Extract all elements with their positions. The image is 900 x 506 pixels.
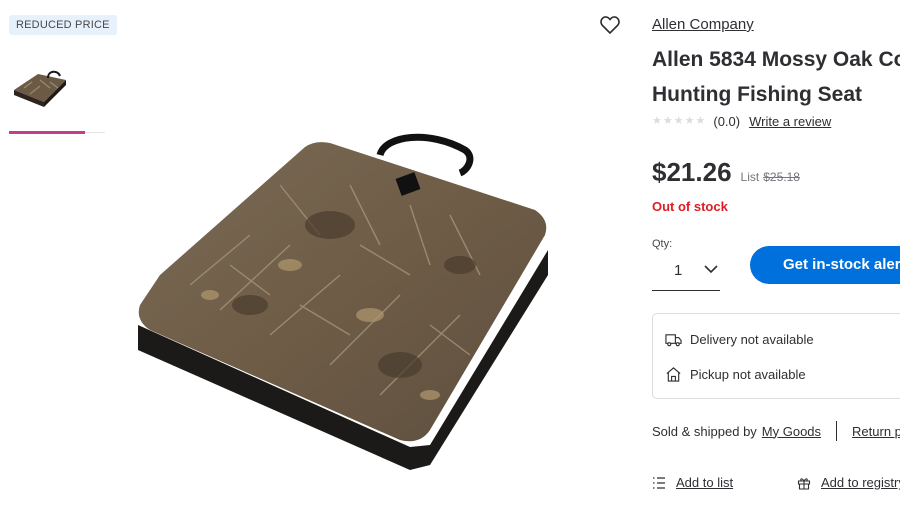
star-icon: ★	[695, 114, 706, 127]
rating-row: ★ ★ ★ ★ ★ (0.0) Write a review	[652, 112, 831, 130]
rating-stars: ★ ★ ★ ★ ★	[652, 114, 706, 127]
reduced-price-badge: REDUCED PRICE	[9, 15, 117, 35]
seller-info: Sold & shipped by My Goods Return policy	[652, 421, 900, 441]
return-policy-link[interactable]: Return policy	[852, 424, 900, 439]
price-row: $21.26 List $25.18	[652, 157, 800, 188]
add-to-registry-button[interactable]: Add to registry	[797, 475, 900, 490]
product-title-line2: Hunting Fishing Seat	[652, 83, 862, 106]
list-price-label: List	[740, 170, 760, 184]
add-to-list-label: Add to list	[676, 475, 734, 490]
star-icon: ★	[652, 114, 662, 127]
sold-by-label: Sold & shipped by	[652, 423, 757, 439]
chevron-down-icon	[704, 265, 718, 274]
delivery-status: Delivery not available	[690, 332, 814, 347]
write-review-link[interactable]: Write a review	[749, 114, 831, 129]
get-in-stock-alert-button[interactable]: Get in-stock alert	[750, 246, 900, 284]
current-price: $21.26	[652, 157, 732, 187]
quantity-select[interactable]: 1	[652, 250, 720, 291]
add-to-list-button[interactable]: Add to list	[652, 475, 733, 490]
rating-count: (0.0)	[713, 113, 741, 129]
heart-icon[interactable]	[598, 13, 622, 37]
thumbnail-divider	[85, 132, 105, 133]
pickup-status: Pickup not available	[690, 367, 806, 382]
quantity-label: Qty:	[652, 238, 673, 250]
thumbnail-selected-indicator	[9, 131, 85, 134]
quantity-value: 1	[674, 261, 683, 279]
delivery-option: Delivery not available	[665, 331, 814, 348]
list-price: $25.18	[763, 170, 800, 184]
product-thumbnail[interactable]	[10, 58, 72, 114]
truck-icon	[665, 334, 682, 347]
product-title-line1: Allen 5834 Mossy Oak Country	[652, 48, 900, 71]
add-to-registry-label: Add to registry	[821, 475, 900, 490]
brand-link[interactable]: Allen Company	[652, 16, 754, 33]
list-icon	[653, 476, 665, 489]
seller-divider	[836, 421, 838, 441]
fulfillment-options: Delivery not available Pickup not availa…	[652, 313, 900, 399]
seller-link[interactable]: My Goods	[762, 424, 821, 439]
star-icon: ★	[673, 114, 684, 127]
stock-status: Out of stock	[652, 199, 728, 214]
product-main-image	[138, 133, 548, 470]
product-title: Allen 5834 Mossy Oak Country Hunting Fis…	[652, 42, 900, 112]
star-icon: ★	[662, 114, 673, 127]
gift-icon	[797, 477, 811, 490]
store-icon	[666, 367, 681, 382]
pickup-option: Pickup not available	[665, 366, 806, 383]
star-icon: ★	[684, 114, 695, 127]
